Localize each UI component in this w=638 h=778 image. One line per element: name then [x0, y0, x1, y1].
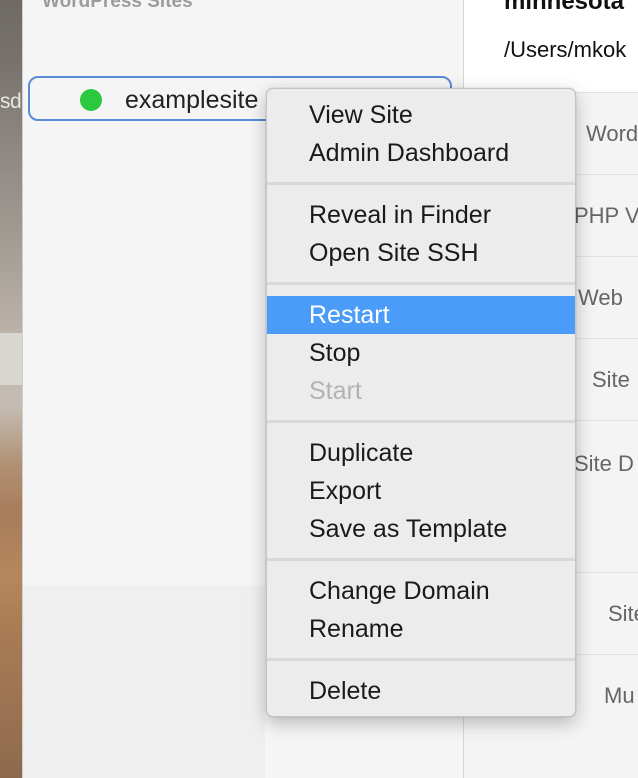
menu-item-view-site[interactable]: View Site — [267, 96, 575, 134]
menu-item-reveal-in-finder[interactable]: Reveal in Finder — [267, 196, 575, 234]
site-name: examplesite — [125, 86, 259, 114]
menu-item-rename[interactable]: Rename — [267, 610, 575, 648]
menu-item-restart[interactable]: Restart — [267, 296, 575, 334]
menu-item-export[interactable]: Export — [267, 472, 575, 510]
menu-separator — [267, 658, 575, 661]
info-label: Web — [578, 285, 623, 310]
desktop-highlight-block — [0, 333, 22, 385]
desktop-background: sd — [0, 0, 22, 778]
site-context-menu: View Site Admin Dashboard Reveal in Find… — [266, 88, 576, 717]
menu-item-delete[interactable]: Delete — [267, 672, 575, 710]
running-status-icon — [80, 89, 102, 111]
sidebar-heading: WordPress Sites — [42, 0, 193, 12]
info-label: PHP V — [574, 203, 638, 228]
info-label: Mu — [604, 683, 635, 708]
menu-item-open-site-ssh[interactable]: Open Site SSH — [267, 234, 575, 272]
menu-separator — [267, 420, 575, 423]
menu-item-admin-dashboard[interactable]: Admin Dashboard — [267, 134, 575, 172]
menu-item-start: Start — [309, 377, 362, 405]
info-label: Site — [608, 601, 638, 626]
info-label: Site — [592, 367, 630, 392]
desktop-partial-text: sd — [0, 90, 22, 113]
menu-separator — [267, 558, 575, 561]
menu-item-duplicate[interactable]: Duplicate — [267, 434, 575, 472]
sidebar-footer-area — [23, 586, 265, 778]
menu-separator — [267, 282, 575, 285]
menu-item-stop[interactable]: Stop — [267, 334, 575, 372]
menu-separator — [267, 182, 575, 185]
info-label: Site D — [574, 451, 634, 476]
site-title: minnesota — [504, 0, 625, 15]
menu-item-save-as-template[interactable]: Save as Template — [267, 510, 575, 548]
menu-item-change-domain[interactable]: Change Domain — [267, 572, 575, 610]
site-path: /Users/mkok — [504, 37, 627, 62]
info-label: Word — [586, 121, 638, 146]
